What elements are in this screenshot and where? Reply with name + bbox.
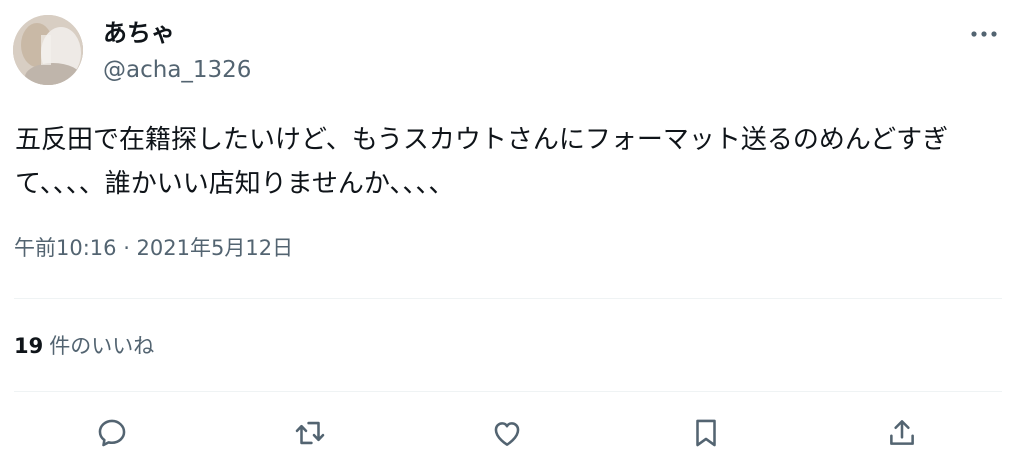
share-icon bbox=[890, 420, 914, 445]
avatar[interactable] bbox=[13, 15, 83, 85]
more-options-button[interactable] bbox=[964, 20, 1004, 48]
bookmark-button[interactable] bbox=[683, 410, 729, 456]
likes-count: 19 bbox=[14, 334, 44, 358]
retweet-icon bbox=[295, 421, 325, 445]
heart-icon bbox=[494, 422, 520, 446]
reply-icon bbox=[98, 419, 126, 447]
divider bbox=[14, 391, 1002, 392]
reply-button[interactable] bbox=[89, 410, 135, 456]
like-button[interactable] bbox=[484, 410, 530, 456]
avatar-image bbox=[13, 15, 83, 85]
action-bar bbox=[0, 410, 1024, 456]
tweet-timestamp[interactable]: 午前10:16 · 2021年5月12日 bbox=[14, 232, 293, 264]
author-display-name[interactable]: あちゃ bbox=[103, 18, 175, 48]
bookmark-icon bbox=[696, 419, 716, 447]
share-button[interactable] bbox=[879, 410, 925, 456]
more-horizontal-icon bbox=[971, 31, 997, 37]
likes-label: 件のいいね bbox=[49, 334, 155, 358]
author-handle[interactable]: @acha_1326 bbox=[103, 56, 251, 84]
retweet-button[interactable] bbox=[287, 410, 333, 456]
tweet-text: 五反田で在籍探したいけど、もうスカウトさんにフォーマット送るのめんどすぎて、、、… bbox=[15, 125, 949, 199]
divider bbox=[14, 298, 1002, 299]
likes-summary[interactable]: 19 件のいいね bbox=[14, 330, 154, 362]
